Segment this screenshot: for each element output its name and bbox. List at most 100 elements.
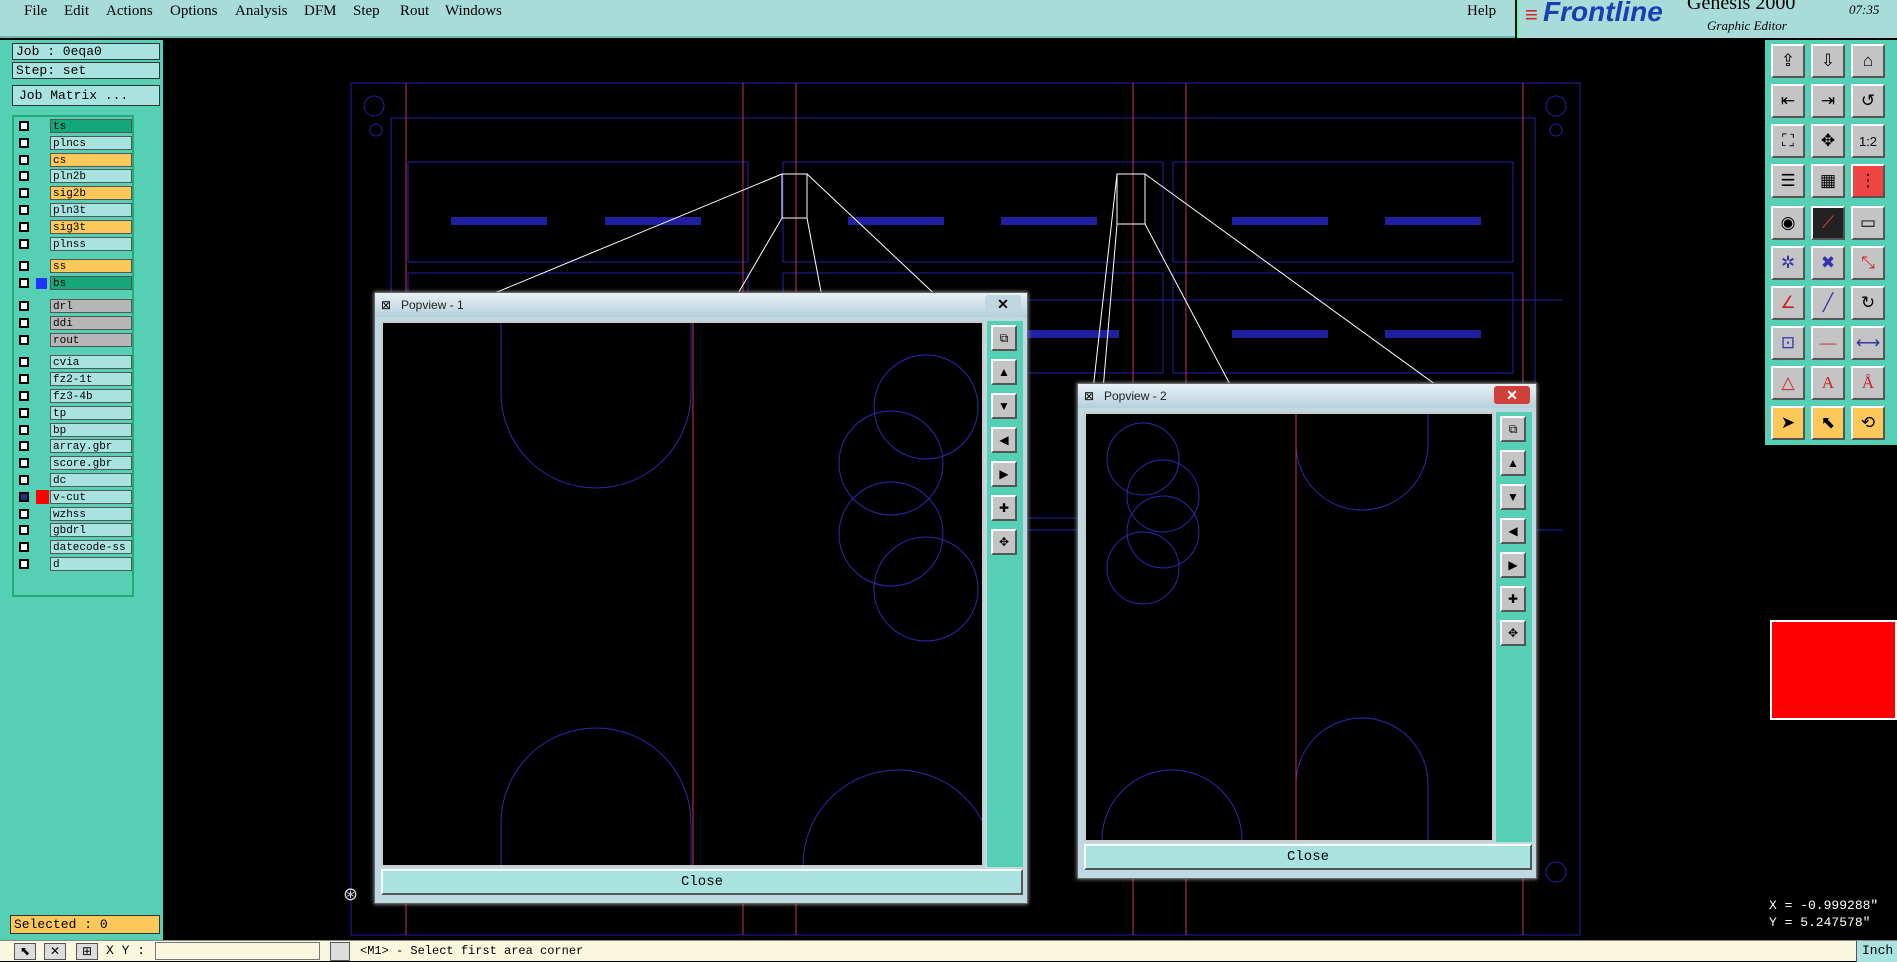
layer-checkbox[interactable]	[19, 205, 29, 215]
popview-1-canvas[interactable]	[381, 321, 994, 867]
layer-row-fz3-4b[interactable]: fz3-4b	[16, 389, 132, 404]
text-a-icon[interactable]: A	[1811, 366, 1845, 400]
layer-name[interactable]: bs	[50, 276, 132, 291]
layer-checkbox[interactable]	[19, 424, 29, 435]
zoom-fit-icon[interactable]: ⛶	[1771, 124, 1805, 158]
net-icon[interactable]: ✲	[1771, 246, 1805, 280]
layer-name[interactable]: pln3t	[50, 203, 132, 217]
layer-checkbox[interactable]	[19, 525, 29, 536]
zoom-in-icon[interactable]: ✥	[1811, 124, 1845, 158]
layer-row-ss[interactable]: ss	[16, 259, 132, 274]
arc-icon[interactable]: ↻	[1851, 286, 1885, 320]
layer-checkbox[interactable]	[19, 238, 29, 249]
layer-name[interactable]: array.gbr	[50, 439, 132, 454]
layer-row-plncs[interactable]: plncs	[16, 135, 132, 151]
zoom-in-icon[interactable]: ✚	[991, 495, 1017, 521]
cross-icon[interactable]: ✖	[1811, 246, 1845, 280]
layer-checkbox[interactable]	[19, 475, 29, 485]
menu-actions[interactable]: Actions	[106, 3, 153, 20]
pointer-icon[interactable]: ➤	[1771, 406, 1805, 440]
layer-row-bs[interactable]: bs	[16, 276, 132, 291]
menu-step[interactable]: Step	[353, 3, 380, 20]
layer-row-gbdrl[interactable]: gbdrl	[16, 523, 132, 538]
layer-row-wzhss[interactable]: wzhss	[16, 506, 132, 522]
ruler-icon[interactable]: ▭	[1851, 206, 1885, 240]
menu-windows[interactable]: Windows	[445, 3, 502, 20]
node-icon[interactable]: ⊡	[1771, 326, 1805, 360]
layer-row-sig2b[interactable]: sig2b	[16, 186, 132, 201]
layer-name[interactable]: fz3-4b	[50, 389, 132, 403]
zoom-fit-icon[interactable]: ⧉	[1500, 416, 1526, 442]
pan-down-icon[interactable]: ▼	[1500, 484, 1526, 510]
layer-checkbox[interactable]	[19, 407, 29, 418]
layer-name[interactable]: ddi	[50, 315, 132, 330]
layer-name[interactable]: wzhss	[50, 506, 132, 521]
layer-row-fz2-1t[interactable]: fz2-1t	[16, 372, 132, 387]
pan-up-icon[interactable]: ▲	[991, 359, 1017, 385]
pan-right-icon[interactable]: ▶	[1500, 552, 1526, 578]
zoom-out-icon[interactable]: ✥	[1500, 620, 1526, 646]
layer-row-pln3t[interactable]: pln3t	[16, 203, 132, 218]
layer-row-ddi[interactable]: ddi	[16, 315, 132, 331]
layer-name[interactable]: plnss	[50, 236, 132, 251]
layer-name[interactable]: d	[50, 557, 132, 571]
scale-1-2-button[interactable]: 1:2	[1851, 124, 1885, 158]
layer-checkbox[interactable]	[19, 317, 29, 328]
triangle-icon[interactable]: △	[1771, 366, 1805, 400]
select-tool-icon[interactable]: ⬉	[14, 943, 36, 960]
layer-name[interactable]: v-cut	[50, 489, 132, 504]
layer-row-v-cut[interactable]: v-cut	[16, 489, 132, 505]
layer-checkbox[interactable]	[19, 221, 29, 232]
layer-row-cvia[interactable]: cvia	[16, 355, 132, 370]
layer-name[interactable]: score.gbr	[50, 456, 132, 471]
layer-checkbox[interactable]	[19, 334, 29, 345]
menu-analysis[interactable]: Analysis	[235, 3, 288, 20]
save-icon[interactable]: ⇪	[1771, 44, 1805, 78]
layer-row-drl[interactable]: drl	[16, 299, 132, 314]
connect-icon[interactable]: ⤡	[1851, 246, 1885, 280]
layer-name[interactable]: ts	[50, 119, 132, 133]
cross-tool-icon[interactable]: ✕	[44, 943, 66, 960]
measure-icon[interactable]: ⟋	[1811, 206, 1845, 240]
layer-name[interactable]: ss	[50, 259, 132, 274]
select-icon[interactable]: ⬉	[1811, 406, 1845, 440]
layer-row-bp[interactable]: bp	[16, 422, 132, 438]
layer-checkbox[interactable]	[19, 171, 29, 182]
move-left-icon[interactable]: ⇤	[1771, 84, 1805, 118]
grid-icon[interactable]: ▦	[1811, 164, 1845, 198]
layer-row-sig3t[interactable]: sig3t	[16, 219, 132, 235]
rotate-select-icon[interactable]: ⟲	[1851, 406, 1885, 440]
text-outline-icon[interactable]: Å	[1851, 366, 1885, 400]
menu-file[interactable]: File	[24, 3, 47, 20]
layer-row-d[interactable]: d	[16, 557, 132, 572]
layer-name[interactable]: datecode-ss	[50, 540, 132, 555]
layer-checkbox[interactable]	[19, 357, 29, 368]
units-button[interactable]: Inch	[1856, 941, 1897, 962]
layer-name[interactable]: cvia	[50, 355, 132, 370]
popview-1-close-button[interactable]: Close	[381, 869, 1023, 895]
layer-checkbox[interactable]	[19, 261, 29, 272]
layers-icon[interactable]: ☰	[1771, 164, 1805, 198]
layer-name[interactable]: fz2-1t	[50, 372, 132, 387]
layer-row-plnss[interactable]: plnss	[16, 236, 132, 252]
layer-name[interactable]: bp	[50, 422, 132, 437]
layer-name[interactable]: pln2b	[50, 169, 132, 184]
dimension-icon[interactable]: ⟷	[1851, 326, 1885, 360]
popview-2-close-button[interactable]: Close	[1084, 844, 1532, 870]
layer-checkbox[interactable]	[19, 491, 29, 502]
layer-row-datecode-ss[interactable]: datecode-ss	[16, 540, 132, 555]
pan-right-icon[interactable]: ▶	[991, 461, 1017, 487]
layer-name[interactable]: sig2b	[50, 186, 132, 201]
pan-up-icon[interactable]: ▲	[1500, 450, 1526, 476]
layer-row-tp[interactable]: tp	[16, 405, 132, 421]
layer-name[interactable]: plncs	[50, 135, 132, 150]
layer-name[interactable]: sig3t	[50, 219, 132, 234]
pan-left-icon[interactable]: ◀	[1500, 518, 1526, 544]
layer-row-score.gbr[interactable]: score.gbr	[16, 456, 132, 471]
layer-row-ts[interactable]: ts	[16, 119, 132, 134]
menu-edit[interactable]: Edit	[64, 3, 89, 20]
menu-rout[interactable]: Rout	[400, 3, 429, 20]
pan-left-icon[interactable]: ◀	[991, 427, 1017, 453]
layer-checkbox[interactable]	[19, 188, 29, 199]
layer-checkbox[interactable]	[19, 559, 29, 569]
